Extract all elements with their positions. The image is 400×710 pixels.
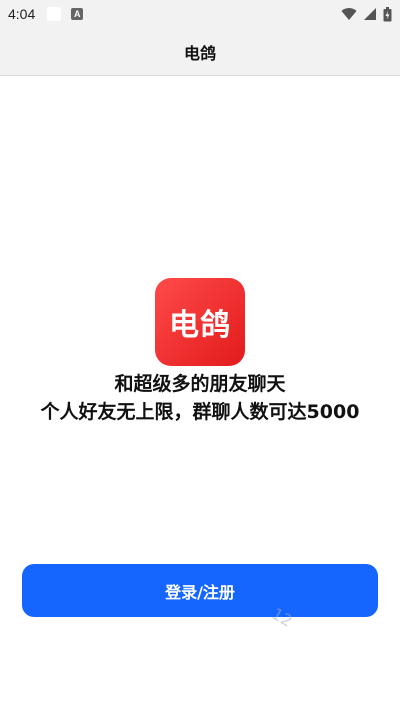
app-logo-text: 电鸽	[169, 308, 231, 343]
status-bar: 4:04 A	[0, 0, 400, 28]
status-time: 4:04	[8, 6, 36, 22]
title-bar: 电鸽	[0, 28, 400, 76]
page-title: 电鸽	[183, 43, 216, 63]
battery-icon	[383, 6, 392, 22]
screen: 4:04 A 电鸽 电鸽 和超级多的朋友聊天 个人好友无上限，群聊人数可达500…	[0, 0, 400, 710]
app-logo: 电鸽	[155, 278, 245, 366]
status-icons	[341, 6, 392, 22]
wifi-icon	[341, 7, 357, 21]
signal-icon	[363, 7, 377, 21]
accessibility-notification-icon: A	[71, 8, 84, 20]
tagline-line2: 个人好友无上限，群聊人数可达5000	[40, 401, 360, 423]
login-register-button[interactable]: 登录/注册	[22, 564, 378, 617]
tagline-line1: 和超级多的朋友聊天	[114, 373, 286, 395]
notification-square-icon	[47, 7, 62, 21]
tagline: 和超级多的朋友聊天 个人好友无上限，群聊人数可达5000	[0, 370, 400, 426]
login-register-label: 登录/注册	[165, 582, 235, 602]
